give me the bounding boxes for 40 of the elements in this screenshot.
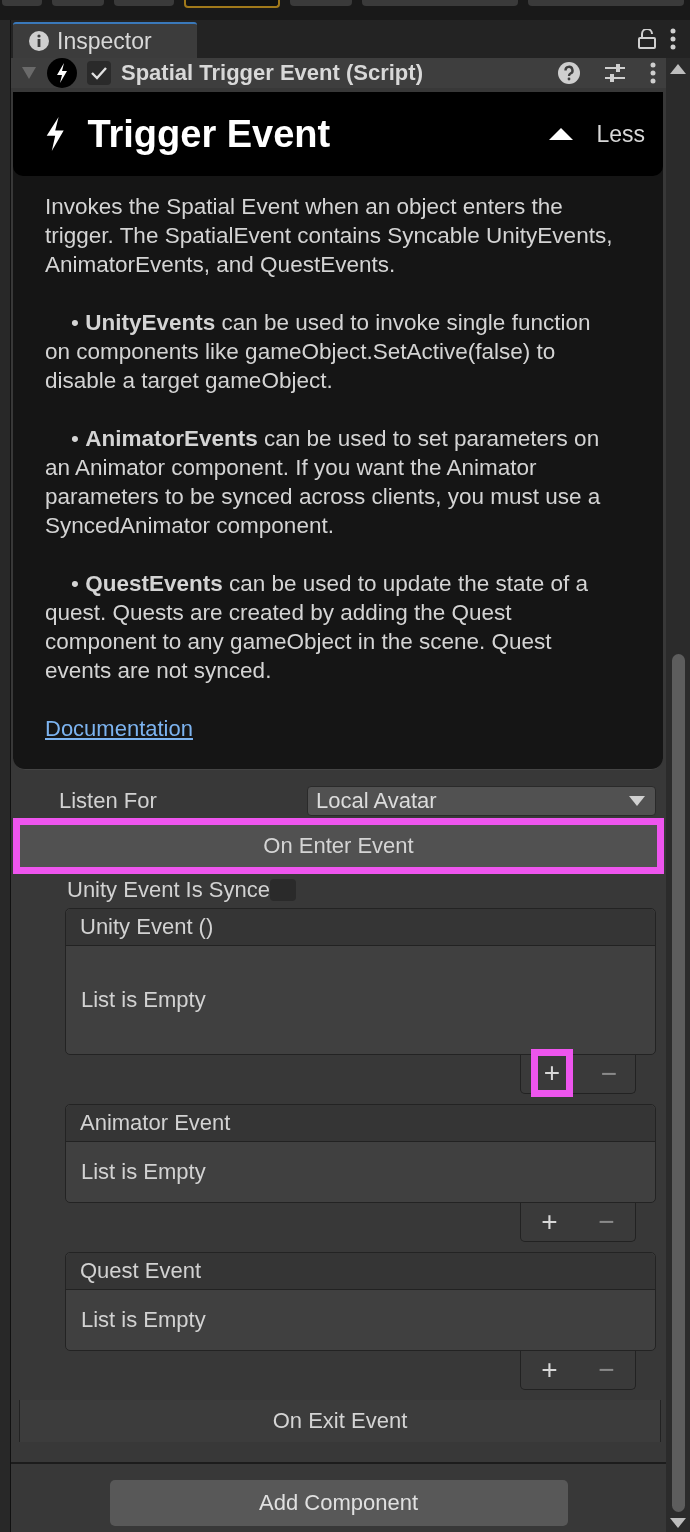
list-header: Unity Event () — [66, 909, 655, 946]
description-paragraph: • UnityEvents can be used to invoke single function on components like gameObject.SetActive(false) to disable a target gameObject. — [45, 309, 592, 395]
documentation-link[interactable]: Documentation — [45, 716, 193, 741]
scrollbar[interactable] — [666, 58, 690, 1532]
caret-icon — [629, 796, 645, 806]
field-label: Unity Event Is Synce — [67, 877, 270, 903]
more-icon[interactable] — [670, 28, 676, 50]
bolt-icon — [45, 117, 66, 151]
less-button[interactable]: Less — [596, 120, 645, 148]
settings-sliders-icon[interactable] — [604, 63, 626, 83]
scroll-up-icon[interactable] — [670, 64, 686, 74]
add-component-button[interactable]: Add Component — [109, 1480, 568, 1526]
list-header: Quest Event — [66, 1253, 655, 1290]
empty-list-text: List is Empty — [80, 1158, 207, 1186]
list-header: Animator Event — [66, 1105, 655, 1142]
description-paragraph: • AnimatorEvents can be used to set parameters on an Animator component. If you want the Animator parameters to be synced across clients, you must use a SyncedAnimator component. — [45, 425, 602, 540]
add-button[interactable]: + — [533, 1351, 566, 1389]
scrollbar-thumb[interactable] — [671, 654, 685, 1512]
empty-list-text: List is Empty — [80, 1306, 207, 1334]
help-title: Trigger Event — [87, 112, 331, 156]
lock-icon[interactable] — [638, 29, 656, 49]
component-title: Spatial Trigger Event (Script) — [121, 60, 423, 86]
event-foldout-button[interactable]: On Exit Event — [19, 1400, 661, 1442]
more-icon[interactable] — [650, 62, 656, 84]
event-foldout-button[interactable]: On Enter Event — [13, 818, 664, 874]
inspector-tab[interactable]: Inspector — [13, 22, 197, 58]
help-icon[interactable] — [558, 62, 580, 84]
listen-for-dropdown[interactable]: Local Avatar — [307, 786, 656, 816]
scroll-down-icon[interactable] — [670, 1518, 686, 1528]
add-button[interactable]: + — [530, 1049, 574, 1097]
bolt-icon — [47, 58, 77, 88]
add-button[interactable]: + — [533, 1203, 566, 1241]
empty-list-text: List is Empty — [80, 986, 207, 1014]
description-paragraph: • QuestEvents can be used to update the state of a quest. Quests are created by adding the Quest component to any gameObject in the scene. Quest events are not synced. — [45, 570, 589, 685]
collapse-triangle-icon[interactable] — [548, 127, 575, 141]
description-paragraph: Invokes the Spatial Event when an object enters the trigger. The SpatialEvent contains Syncable UnityEvents, AnimatorEvents, and QuestEvents. — [45, 193, 614, 279]
field-label: Listen For — [58, 788, 158, 814]
check-icon — [91, 66, 107, 80]
enabled-checkbox[interactable] — [87, 61, 111, 85]
info-icon — [29, 31, 49, 51]
